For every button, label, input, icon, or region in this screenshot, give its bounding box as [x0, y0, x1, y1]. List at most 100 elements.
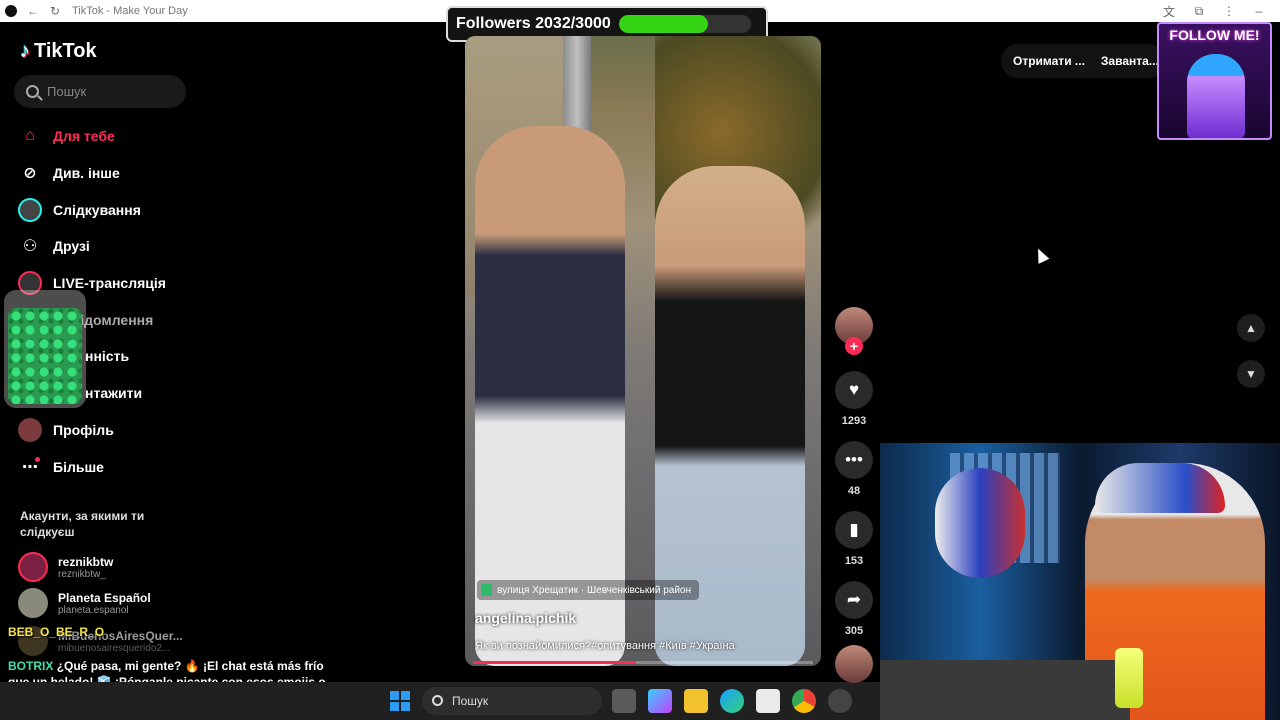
follow-me-overlay: FOLLOW ME!: [1157, 22, 1272, 140]
sidebar-item-label: нтажити: [85, 385, 143, 402]
music-disc-avatar[interactable]: [835, 645, 873, 683]
account-name: Planeta Español: [58, 590, 151, 605]
candy-jar-overlay: [4, 290, 86, 408]
get-app-pill[interactable]: Отримати ... Заванта...: [1001, 44, 1166, 78]
friends-icon: ⚇: [22, 238, 38, 256]
sidebar-item-label: Див. інше: [53, 165, 120, 182]
home-icon: ⌂: [25, 127, 35, 145]
windows-start-icon[interactable]: [390, 691, 410, 711]
account-handle: reznikbtw_: [58, 568, 106, 580]
sidebar-item-more[interactable]: ⋯ Більше: [18, 448, 198, 485]
sidebar-item-label: LIVE-трансляція: [53, 275, 166, 292]
taskbar-search[interactable]: Пошук: [422, 687, 602, 715]
chevron-down-icon: ▼: [1245, 367, 1257, 381]
sidebar-item-label: Для тебе: [53, 128, 115, 145]
avatar: [18, 588, 48, 618]
store-icon[interactable]: [756, 689, 780, 713]
location-text: вулиця Хрещатик · Шевченківський район: [497, 584, 692, 596]
bookmark-icon: ▮: [849, 520, 859, 539]
task-view-icon[interactable]: [612, 689, 636, 713]
heart-icon: ♥: [848, 380, 860, 399]
sidebar-item-for-you[interactable]: ⌂ Для тебе: [18, 118, 198, 155]
account-item[interactable]: Planeta Español planeta.espanol: [18, 588, 151, 618]
profile-avatar-image: [18, 417, 42, 442]
sidebar-item-explore[interactable]: ⊘ Див. інше: [18, 155, 198, 192]
tiktok-favicon-icon: [5, 5, 17, 17]
back-icon[interactable]: ←: [22, 0, 44, 22]
edge-icon[interactable]: [720, 689, 744, 713]
get-coins-button[interactable]: Отримати ...: [1013, 54, 1085, 68]
search-input[interactable]: Пошук: [14, 75, 186, 108]
download-button[interactable]: Заванта...: [1101, 54, 1159, 68]
action-rail: + ♥ 1293 ••• 48 ▮ 153 ➦ 305: [835, 307, 875, 683]
share-icon: ➦: [846, 590, 862, 609]
file-explorer-icon[interactable]: [684, 689, 708, 713]
creator-avatar[interactable]: +: [835, 307, 873, 355]
avatar: [18, 552, 48, 582]
next-video-button[interactable]: ▼: [1237, 360, 1265, 388]
search-placeholder: Пошук: [47, 84, 87, 99]
sidebar: ♪ TikTok Пошук ⌂ Для тебе ⊘ Див. інше Сл…: [0, 22, 200, 682]
video-progress-bar[interactable]: [473, 661, 813, 664]
video-progress-fill: [473, 661, 637, 664]
following-avatar: [18, 197, 42, 222]
more-icon: ⋯: [18, 455, 42, 479]
webcam-cup: [1115, 648, 1143, 708]
sidebar-item-profile[interactable]: Профіль: [18, 412, 198, 449]
location-tag[interactable]: вулиця Хрещатик · Шевченківський район: [477, 580, 700, 600]
followers-progress-fill: [618, 15, 709, 33]
following-accounts-title: Акаунти, за якими ти слідкуєш: [20, 509, 145, 539]
search-icon: [432, 695, 443, 706]
comment-button[interactable]: •••: [835, 441, 873, 479]
taskbar-apps: [612, 689, 852, 713]
windows-taskbar: Пошук: [0, 682, 880, 720]
video-player[interactable]: вулиця Хрещатик · Шевченківський район a…: [465, 36, 821, 666]
sidebar-item-friends[interactable]: ⚇ Друзі: [18, 228, 198, 265]
sidebar-item-following[interactable]: Слідкування: [18, 191, 198, 228]
save-button[interactable]: ▮: [835, 511, 873, 549]
webcam-helmet: [935, 468, 1025, 578]
comment-icon: •••: [845, 450, 863, 469]
menu-icon[interactable]: ⋮: [1218, 0, 1240, 22]
candy-fill: [8, 308, 82, 404]
video-caption: Як ви познайомилися?#опитування #Київ #У…: [475, 640, 735, 652]
taskbar-search-label: Пошук: [452, 694, 489, 708]
follow-me-character: [1187, 54, 1245, 138]
profile-avatar: [18, 417, 42, 442]
extensions-icon[interactable]: ⧉: [1188, 0, 1210, 22]
app-icon[interactable]: [828, 689, 852, 713]
sidebar-item-label: нність: [85, 348, 130, 365]
previous-video-button[interactable]: ▲: [1237, 314, 1265, 342]
share-button[interactable]: ➦: [835, 581, 873, 619]
chrome-icon[interactable]: [792, 689, 816, 713]
follow-plus-icon[interactable]: +: [845, 337, 863, 355]
follow-me-text: FOLLOW ME!: [1169, 27, 1260, 43]
tab-title: TikTok - Make Your Day: [72, 5, 188, 17]
logo-text: TikTok: [34, 40, 97, 62]
account-handle: planeta.espanol: [58, 604, 129, 616]
reload-icon[interactable]: ↻: [44, 0, 66, 22]
chat-username: BEB_O_BE_R_O: [8, 625, 105, 639]
minimize-icon[interactable]: –: [1248, 0, 1270, 22]
tiktok-logo[interactable]: ♪ TikTok: [20, 40, 97, 63]
webcam-desk: [880, 660, 1130, 720]
like-button[interactable]: ♥: [835, 371, 873, 409]
video-author[interactable]: angelina.pichik: [475, 610, 576, 626]
translate-icon[interactable]: 文: [1158, 0, 1180, 22]
tiktok-note-icon: ♪: [20, 40, 30, 62]
compass-icon: ⊘: [23, 165, 37, 183]
webcam-cap: [1095, 463, 1225, 513]
account-item[interactable]: reznikbtw reznikbtw_: [18, 552, 113, 582]
like-count: 1293: [841, 415, 867, 427]
search-icon: [26, 85, 39, 98]
comment-count: 48: [847, 485, 861, 497]
sidebar-item-label: Друзі: [53, 238, 90, 255]
account-name: reznikbtw: [58, 554, 114, 569]
chat-username: BOTRIX: [8, 659, 54, 673]
copilot-icon[interactable]: [648, 689, 672, 713]
mouse-cursor-icon: [1032, 246, 1050, 264]
sidebar-item-label: Більше: [53, 458, 104, 475]
followers-progress-bar: [618, 15, 751, 33]
save-count: 153: [844, 555, 864, 567]
chevron-up-icon: ▲: [1245, 321, 1257, 335]
